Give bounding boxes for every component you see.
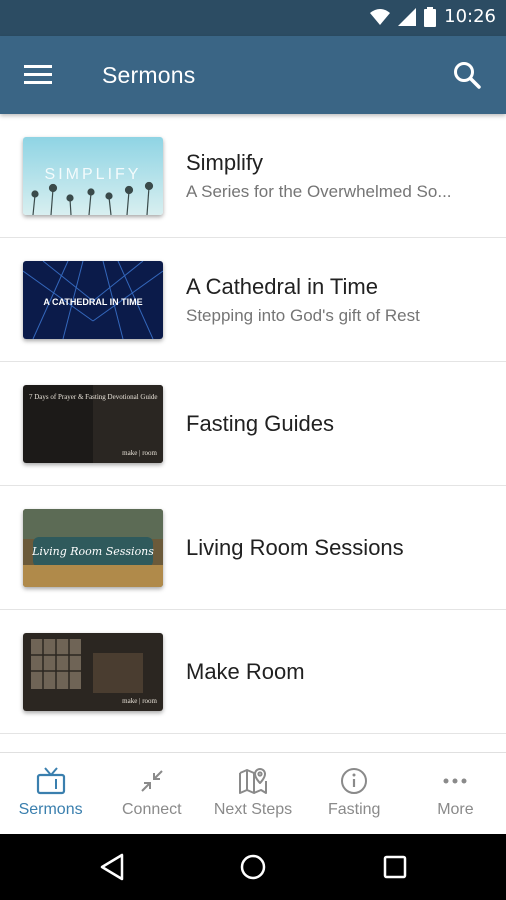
list-item[interactable]: 7 Days of Prayer & Fasting Devotional Gu… — [0, 362, 506, 486]
list-item[interactable]: A CATHEDRAL IN TIME A Cathedral in Time … — [0, 238, 506, 362]
series-thumbnail: Living Room Sessions — [23, 509, 163, 587]
thumbnail-caption: SIMPLIFY — [45, 166, 142, 183]
list-item[interactable]: make | room Make Room — [0, 610, 506, 734]
series-title: Living Room Sessions — [186, 534, 404, 560]
list-item[interactable]: Living Room Sessions Living Room Session… — [0, 486, 506, 610]
search-icon[interactable] — [452, 60, 482, 90]
thumbnail-caption: 7 Days of Prayer & Fasting Devotional Gu… — [29, 393, 158, 401]
thumbnail-caption: Living Room Sessions — [31, 545, 154, 558]
series-thumbnail: 7 Days of Prayer & Fasting Devotional Gu… — [23, 385, 163, 463]
info-icon — [341, 768, 368, 794]
tab-fasting[interactable]: Fasting — [304, 753, 405, 835]
tab-more[interactable]: More — [405, 753, 506, 835]
map-pin-icon — [239, 768, 267, 794]
tab-label: Sermons — [18, 801, 83, 818]
thumbnail-brand: make | room — [122, 449, 157, 457]
system-navigation-bar — [0, 834, 506, 900]
series-subtitle: Stepping into God's gift of Rest — [186, 305, 420, 325]
series-title: Simplify — [186, 149, 264, 175]
signal-icon — [398, 7, 417, 26]
thumbnail-brand: make | room — [122, 697, 157, 705]
hamburger-menu-icon[interactable] — [24, 62, 54, 88]
series-thumbnail: A CATHEDRAL IN TIME — [23, 261, 163, 339]
list-item[interactable]: SIMPLIFY Simplify A Series for the Overw… — [0, 114, 506, 238]
tab-label: More — [437, 801, 474, 818]
series-title: Fasting Guides — [186, 410, 334, 436]
home-icon[interactable] — [238, 852, 268, 882]
connect-arrows-icon — [141, 770, 163, 792]
back-icon[interactable] — [98, 852, 128, 882]
series-thumbnail: make | room — [23, 633, 163, 711]
status-bar: 10:26 — [0, 0, 506, 36]
tab-next-steps[interactable]: Next Steps — [202, 753, 303, 835]
series-subtitle: A Series for the Overwhelmed So... — [186, 181, 452, 201]
tab-label: Next Steps — [213, 801, 293, 818]
tab-sermons[interactable]: Sermons — [0, 753, 101, 835]
tab-label: Fasting — [327, 801, 381, 818]
more-dots-icon — [443, 778, 467, 784]
app-bar: Sermons — [0, 36, 506, 114]
tab-label: Connect — [122, 801, 182, 818]
battery-icon — [424, 6, 437, 27]
recents-icon[interactable] — [380, 852, 410, 882]
clock: 10:26 — [444, 6, 496, 27]
tv-icon — [36, 767, 65, 795]
thumbnail-caption: A CATHEDRAL IN TIME — [43, 297, 142, 307]
sermon-series-list: SIMPLIFY Simplify A Series for the Overw… — [0, 114, 506, 734]
tab-connect[interactable]: Connect — [101, 753, 202, 835]
wifi-icon — [370, 8, 391, 25]
series-title: Make Room — [186, 658, 305, 684]
series-thumbnail: SIMPLIFY — [23, 137, 163, 215]
page-title: Sermons — [102, 62, 196, 88]
series-title: A Cathedral in Time — [186, 273, 378, 299]
bottom-navigation: Sermons Connect Next Steps Fasting More — [0, 752, 506, 835]
